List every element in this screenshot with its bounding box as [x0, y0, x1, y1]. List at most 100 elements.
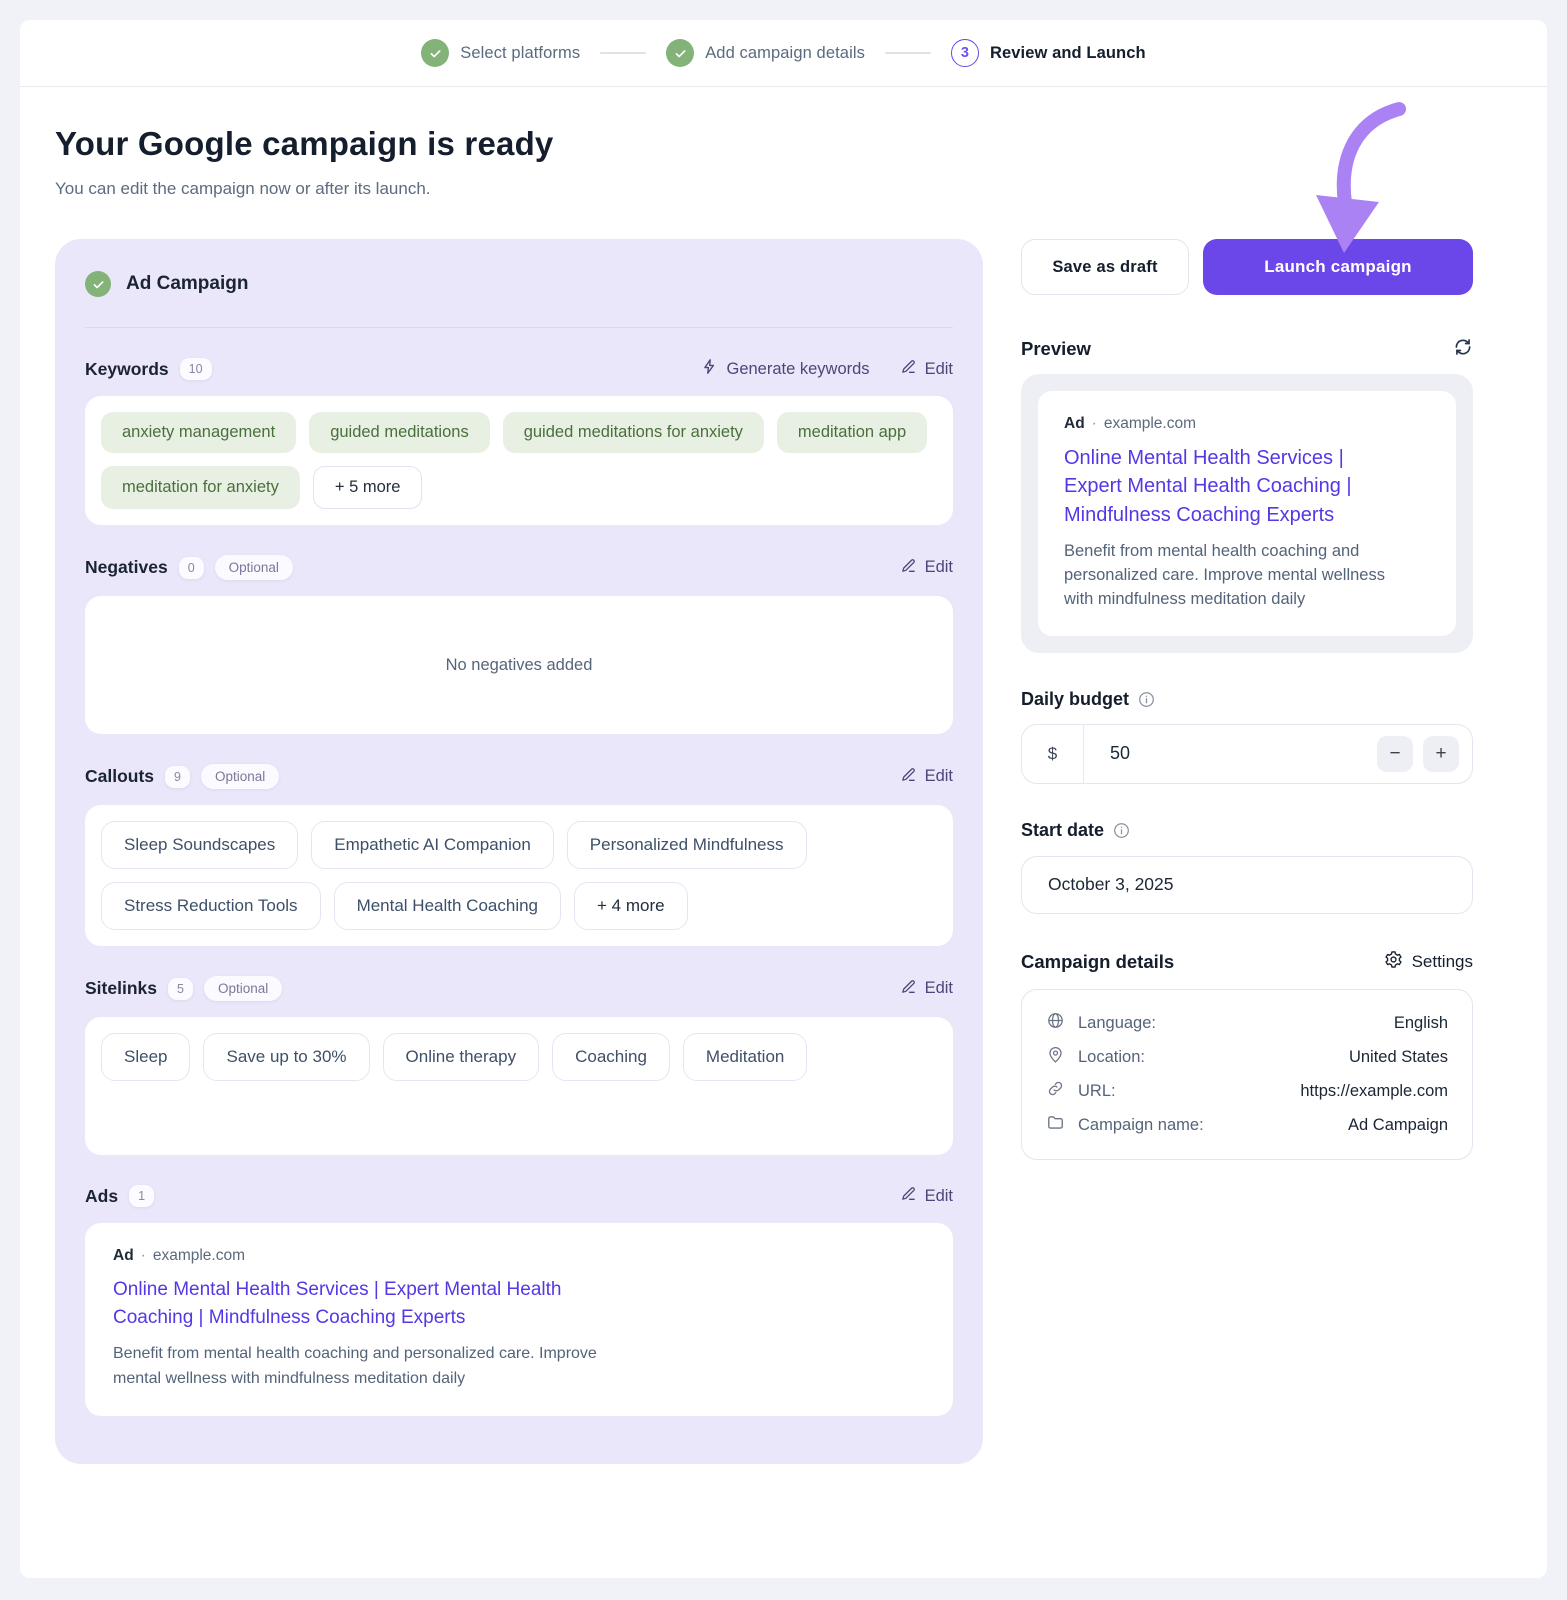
info-icon[interactable]: [1113, 822, 1130, 839]
sitelink-chip: Online therapy: [383, 1033, 540, 1081]
sitelink-chip: Save up to 30%: [203, 1033, 369, 1081]
edit-pencil-icon: [900, 358, 917, 380]
detail-row-location: Location: United States: [1046, 1044, 1448, 1071]
detail-label: URL:: [1078, 1082, 1116, 1101]
sitelink-chip: Meditation: [683, 1033, 807, 1081]
step-label: Select platforms: [460, 44, 580, 63]
step-select-platforms[interactable]: Select platforms: [421, 39, 580, 67]
ad-description: Benefit from mental health coaching and …: [113, 1342, 618, 1392]
ads-edit-label: Edit: [925, 1187, 953, 1206]
callout-chip: Empathetic AI Companion: [311, 821, 554, 869]
detail-label: Location:: [1078, 1048, 1145, 1067]
wizard-stepper: Select platforms Add campaign details 3 …: [20, 20, 1547, 87]
daily-budget-label: Daily budget: [1021, 689, 1129, 710]
detail-label: Campaign name:: [1078, 1116, 1204, 1135]
step-done-check-icon: [421, 39, 449, 67]
start-date-input[interactable]: October 3, 2025: [1021, 856, 1473, 914]
preview-frame: Ad · example.com Online Mental Health Se…: [1021, 374, 1473, 653]
callouts-title: Callouts: [85, 766, 154, 787]
keyword-chip: guided meditations for anxiety: [503, 412, 764, 453]
keywords-count-badge: 10: [180, 358, 212, 380]
keyword-chip: meditation app: [777, 412, 927, 453]
lightning-icon: [701, 358, 718, 380]
save-as-draft-button[interactable]: Save as draft: [1021, 239, 1189, 295]
callouts-card: Sleep Soundscapes Empathetic AI Companio…: [85, 805, 953, 946]
keywords-more-button[interactable]: + 5 more: [313, 466, 423, 509]
negatives-count-badge: 0: [179, 557, 204, 579]
launch-campaign-button[interactable]: Launch campaign: [1203, 239, 1473, 295]
step-connector: [885, 52, 931, 54]
refresh-icon: [1453, 337, 1473, 360]
preview-ad-headline-link: Online Mental Health Services | Expert M…: [1064, 444, 1384, 529]
start-date-label: Start date: [1021, 820, 1104, 841]
detail-value: Ad Campaign: [1348, 1116, 1448, 1135]
gear-icon: [1384, 950, 1403, 974]
callouts-edit-button[interactable]: Edit: [900, 766, 953, 788]
ads-edit-button[interactable]: Edit: [900, 1185, 953, 1207]
sitelinks-edit-button[interactable]: Edit: [900, 978, 953, 1000]
ad-preview-card: Ad · example.com Online Mental Health Se…: [85, 1223, 953, 1416]
step-done-check-icon: [666, 39, 694, 67]
negatives-title: Negatives: [85, 557, 168, 578]
keyword-chip: meditation for anxiety: [101, 466, 300, 509]
refresh-preview-button[interactable]: [1453, 337, 1473, 360]
ad-tag: Ad: [113, 1247, 134, 1265]
generate-keywords-label: Generate keywords: [726, 360, 869, 379]
callout-chip: Sleep Soundscapes: [101, 821, 298, 869]
ads-count-badge: 1: [129, 1185, 154, 1207]
right-sidebar: Save as draft Launch campaign Preview Ad…: [1021, 239, 1473, 1160]
edit-pencil-icon: [900, 557, 917, 579]
keywords-card: anxiety management guided meditations gu…: [85, 396, 953, 525]
detail-row-url: URL: https://example.com: [1046, 1078, 1448, 1105]
currency-symbol: $: [1022, 725, 1084, 783]
campaign-details-card: Language: English Location: United State…: [1021, 989, 1473, 1160]
callouts-more-button[interactable]: + 4 more: [574, 882, 688, 930]
sitelink-chip: Sleep: [101, 1033, 190, 1081]
negatives-optional-badge: Optional: [215, 555, 293, 580]
sitelinks-card: Sleep Save up to 30% Online therapy Coac…: [85, 1017, 953, 1155]
sitelink-chip: Coaching: [552, 1033, 670, 1081]
keyword-chip: anxiety management: [101, 412, 296, 453]
budget-increase-button[interactable]: +: [1423, 736, 1459, 772]
info-icon[interactable]: [1138, 691, 1155, 708]
callouts-count-badge: 9: [165, 766, 190, 788]
ad-dot-separator: ·: [141, 1247, 146, 1265]
detail-label: Language:: [1078, 1014, 1156, 1033]
sitelinks-title: Sitelinks: [85, 978, 157, 999]
preview-ad-description: Benefit from mental health coaching and …: [1064, 540, 1404, 612]
budget-decrease-button[interactable]: −: [1377, 736, 1413, 772]
negatives-edit-button[interactable]: Edit: [900, 557, 953, 579]
generate-keywords-button[interactable]: Generate keywords: [701, 358, 869, 380]
page-subtitle: You can edit the campaign now or after i…: [55, 179, 1513, 199]
preview-title: Preview: [1021, 338, 1091, 360]
ad-tag: Ad: [1064, 415, 1085, 433]
sitelinks-section-header: Sitelinks 5 Optional Edit: [85, 976, 953, 1001]
step-add-campaign-details[interactable]: Add campaign details: [666, 39, 865, 67]
ad-headline-link: Online Mental Health Services | Expert M…: [113, 1276, 575, 1331]
keywords-edit-button[interactable]: Edit: [900, 358, 953, 380]
keywords-edit-label: Edit: [925, 360, 953, 379]
ad-domain: example.com: [153, 1247, 245, 1265]
link-icon: [1046, 1079, 1065, 1103]
campaign-details-title: Campaign details: [1021, 951, 1174, 973]
keyword-chip: guided meditations: [309, 412, 490, 453]
daily-budget-input[interactable]: $ 50 − +: [1021, 724, 1473, 784]
detail-value: https://example.com: [1300, 1082, 1448, 1101]
step-label: Add campaign details: [705, 44, 865, 63]
edit-pencil-icon: [900, 978, 917, 1000]
ad-campaign-panel: Ad Campaign Keywords 10 Generate keyword…: [55, 239, 983, 1464]
folder-icon: [1046, 1113, 1065, 1137]
settings-label: Settings: [1412, 952, 1473, 972]
budget-value[interactable]: 50: [1084, 743, 1130, 764]
negatives-section-header: Negatives 0 Optional Edit: [85, 555, 953, 580]
detail-row-language: Language: English: [1046, 1010, 1448, 1037]
detail-value: English: [1394, 1014, 1448, 1033]
campaign-panel-title: Ad Campaign: [126, 273, 248, 295]
step-label: Review and Launch: [990, 44, 1146, 63]
sitelinks-count-badge: 5: [168, 978, 193, 1000]
settings-button[interactable]: Settings: [1384, 950, 1473, 974]
callout-chip: Personalized Mindfulness: [567, 821, 807, 869]
step-review-and-launch[interactable]: 3 Review and Launch: [951, 39, 1146, 67]
globe-icon: [1046, 1011, 1065, 1035]
ad-domain: example.com: [1104, 415, 1196, 433]
